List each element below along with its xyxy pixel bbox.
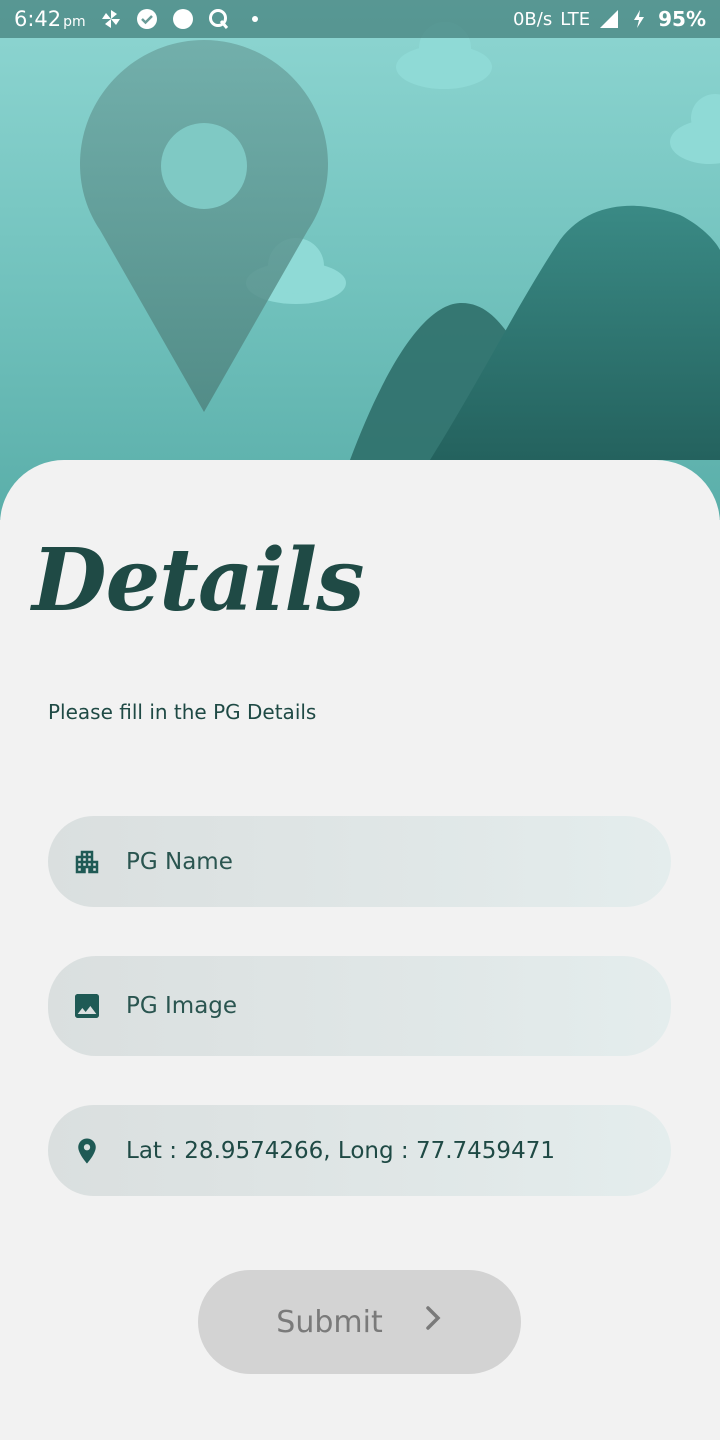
- pg-name-field[interactable]: [48, 816, 671, 907]
- charging-icon: [628, 8, 650, 30]
- dot-icon: [244, 8, 266, 30]
- landscape-illustration: [80, 22, 720, 460]
- page-subtitle: Please fill in the PG Details: [48, 700, 317, 724]
- circle-icon: [172, 8, 194, 30]
- pg-image-field[interactable]: [48, 956, 671, 1056]
- location-value: Lat : 28.9574266, Long : 77.7459471: [126, 1137, 555, 1164]
- submit-label: Submit: [276, 1304, 383, 1340]
- pinwheel-icon: [100, 8, 122, 30]
- check-circle-icon: [136, 8, 158, 30]
- header-illustration: [0, 0, 720, 520]
- location-pin-icon: [70, 1134, 104, 1168]
- page-title: Details: [32, 530, 364, 631]
- network-type: LTE: [560, 8, 591, 30]
- status-bar: 6:42 pm 0B/s LTE 95%: [0, 0, 720, 38]
- battery-level: 95%: [658, 7, 706, 31]
- chevron-right-icon: [423, 1304, 443, 1340]
- pg-image-input[interactable]: [126, 993, 646, 1019]
- status-time: 6:42 pm: [14, 7, 86, 31]
- apartment-icon: [70, 845, 104, 879]
- pg-name-input[interactable]: [126, 848, 646, 875]
- q-app-icon: [208, 8, 230, 30]
- net-speed: 0B/s: [512, 8, 553, 30]
- pg-location-field[interactable]: Lat : 28.9574266, Long : 77.7459471: [48, 1105, 671, 1196]
- signal-icon: [598, 8, 620, 30]
- image-icon: [70, 989, 104, 1023]
- map-pin-icon: [80, 40, 328, 412]
- submit-button[interactable]: Submit: [198, 1270, 521, 1374]
